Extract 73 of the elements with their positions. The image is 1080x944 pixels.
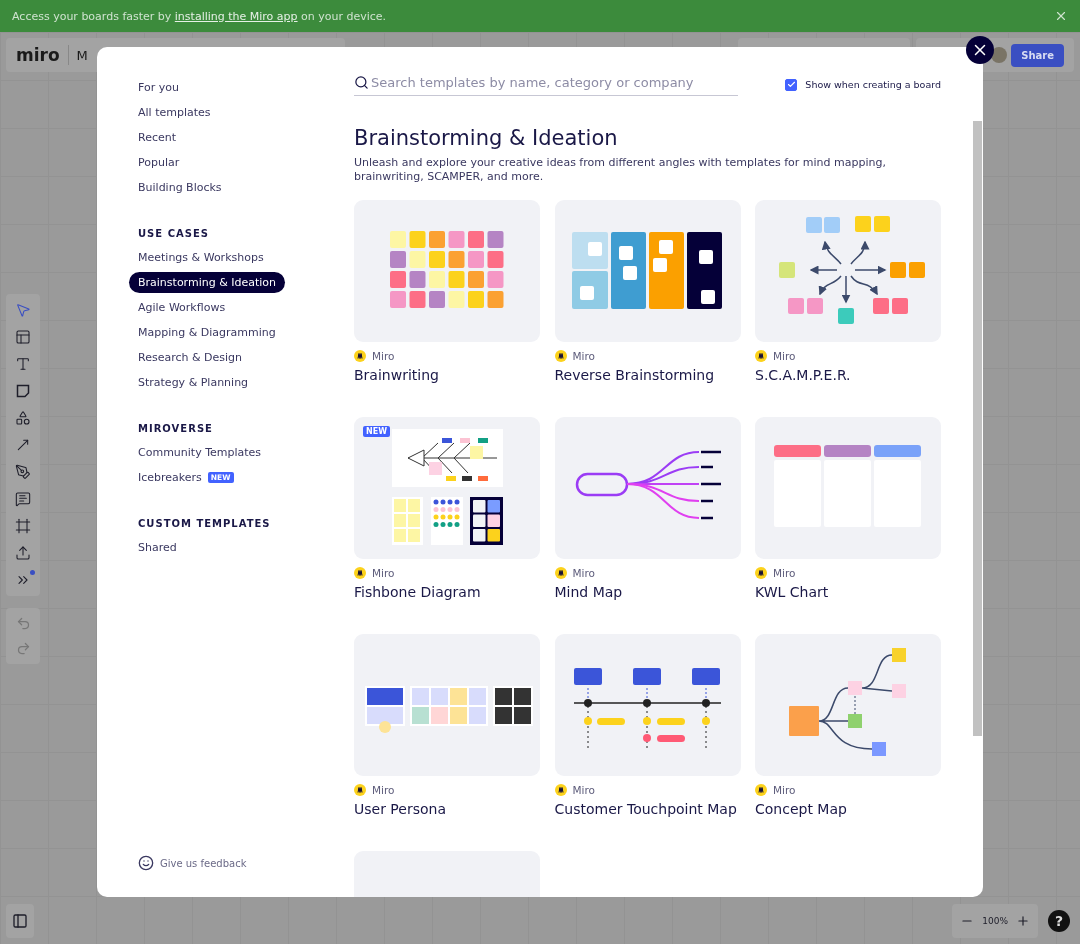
template-title[interactable]: Fishbone Diagram xyxy=(354,584,540,600)
author-icon xyxy=(354,350,366,362)
author-icon xyxy=(354,784,366,796)
section-heading: CUSTOM TEMPLATES xyxy=(138,518,271,529)
sidebar-item[interactable]: Shared xyxy=(129,537,186,558)
checkbox-label: Show when creating a board xyxy=(805,79,941,90)
template-author: Miro xyxy=(572,784,595,796)
smiley-icon xyxy=(138,855,154,871)
template-author: Miro xyxy=(572,567,595,579)
sidebar-item[interactable]: Meetings & Workshops xyxy=(129,247,273,268)
pen-icon[interactable] xyxy=(13,462,33,482)
help-button[interactable]: ? xyxy=(1048,910,1070,932)
layout-icon[interactable] xyxy=(13,327,33,347)
template-preview[interactable] xyxy=(554,200,741,342)
template-title[interactable]: Reverse Brainstorming xyxy=(554,367,741,383)
section-heading: MIROVERSE xyxy=(138,423,213,434)
checkbox[interactable] xyxy=(785,78,798,91)
template-author: Miro xyxy=(372,567,395,579)
template-author: Miro xyxy=(773,567,796,579)
template-title[interactable]: Brainwriting xyxy=(354,367,540,383)
template-title[interactable]: User Persona xyxy=(354,801,540,817)
shapes-icon[interactable] xyxy=(13,408,33,428)
share-button[interactable]: Share xyxy=(1011,43,1064,67)
template-title[interactable]: Concept Map xyxy=(755,801,941,817)
sidebar-item[interactable]: Building Blocks xyxy=(129,177,231,198)
new-badge: NEW xyxy=(363,426,390,437)
board-name[interactable]: M xyxy=(76,47,88,63)
search-icon xyxy=(354,75,369,90)
plus-icon[interactable] xyxy=(1016,914,1030,928)
template-preview[interactable]: NEW xyxy=(354,417,540,559)
author-icon xyxy=(354,567,366,579)
logo: miro xyxy=(16,45,69,65)
sidebar-item[interactable]: Agile Workflows xyxy=(129,297,235,318)
close-icon[interactable] xyxy=(1054,9,1068,23)
section-heading: USE CASES xyxy=(138,228,209,239)
feedback-link[interactable]: Give us feedback xyxy=(129,855,247,871)
close-button[interactable] xyxy=(966,36,994,64)
sidebar-item[interactable]: Mapping & Diagramming xyxy=(129,322,285,343)
template-author: Miro xyxy=(773,784,796,796)
author-icon xyxy=(554,784,567,796)
banner-text: Access your boards faster by installing the Miro app on your device. xyxy=(12,9,388,23)
scrollbar[interactable] xyxy=(973,121,982,736)
sidebar-item[interactable]: Popular xyxy=(129,152,189,173)
author-icon xyxy=(554,350,567,362)
zoom-level: 100% xyxy=(982,916,1008,926)
template-author: Miro xyxy=(572,350,595,362)
sidebar-item[interactable]: Recent xyxy=(129,127,186,148)
sidebar-item[interactable]: For you xyxy=(129,77,188,98)
frame-icon[interactable] xyxy=(13,516,33,536)
category-description: Unleash and explore your creative ideas from different angles with templates for mind mapping, brainwriting, SCAMPER, and more. xyxy=(354,156,887,184)
author-icon xyxy=(755,350,767,362)
template-preview[interactable] xyxy=(354,634,540,776)
template-title[interactable]: S.C.A.M.P.E.R. xyxy=(755,367,941,383)
sidebar-item[interactable]: Community Templates xyxy=(129,442,271,463)
sidebar-item[interactable]: Strategy & Planning xyxy=(129,372,258,393)
sidebar-item[interactable]: Brainstorming & Ideation xyxy=(129,272,286,293)
author-icon xyxy=(755,567,767,579)
install-link[interactable]: installing the Miro app xyxy=(174,9,298,23)
template-author: Miro xyxy=(372,784,395,796)
template-title[interactable]: KWL Chart xyxy=(755,584,941,600)
sidebar-toggle-icon[interactable] xyxy=(6,904,34,938)
author-icon xyxy=(554,567,567,579)
template-title[interactable]: Mind Map xyxy=(554,584,741,600)
sidebar-item[interactable]: Research & Design xyxy=(129,347,251,368)
show-when-creating-checkbox[interactable]: Show when creating a board xyxy=(785,78,941,91)
comment-icon[interactable] xyxy=(13,489,33,509)
template-author: Miro xyxy=(372,350,395,362)
avatar-icon[interactable] xyxy=(991,47,1008,63)
template-author: Miro xyxy=(773,350,796,362)
sidebar-item[interactable]: All templates xyxy=(129,102,220,123)
template-title[interactable]: Customer Touchpoint Map xyxy=(554,801,741,817)
author-icon xyxy=(755,784,767,796)
category-title: Brainstorming & Ideation xyxy=(354,126,619,150)
